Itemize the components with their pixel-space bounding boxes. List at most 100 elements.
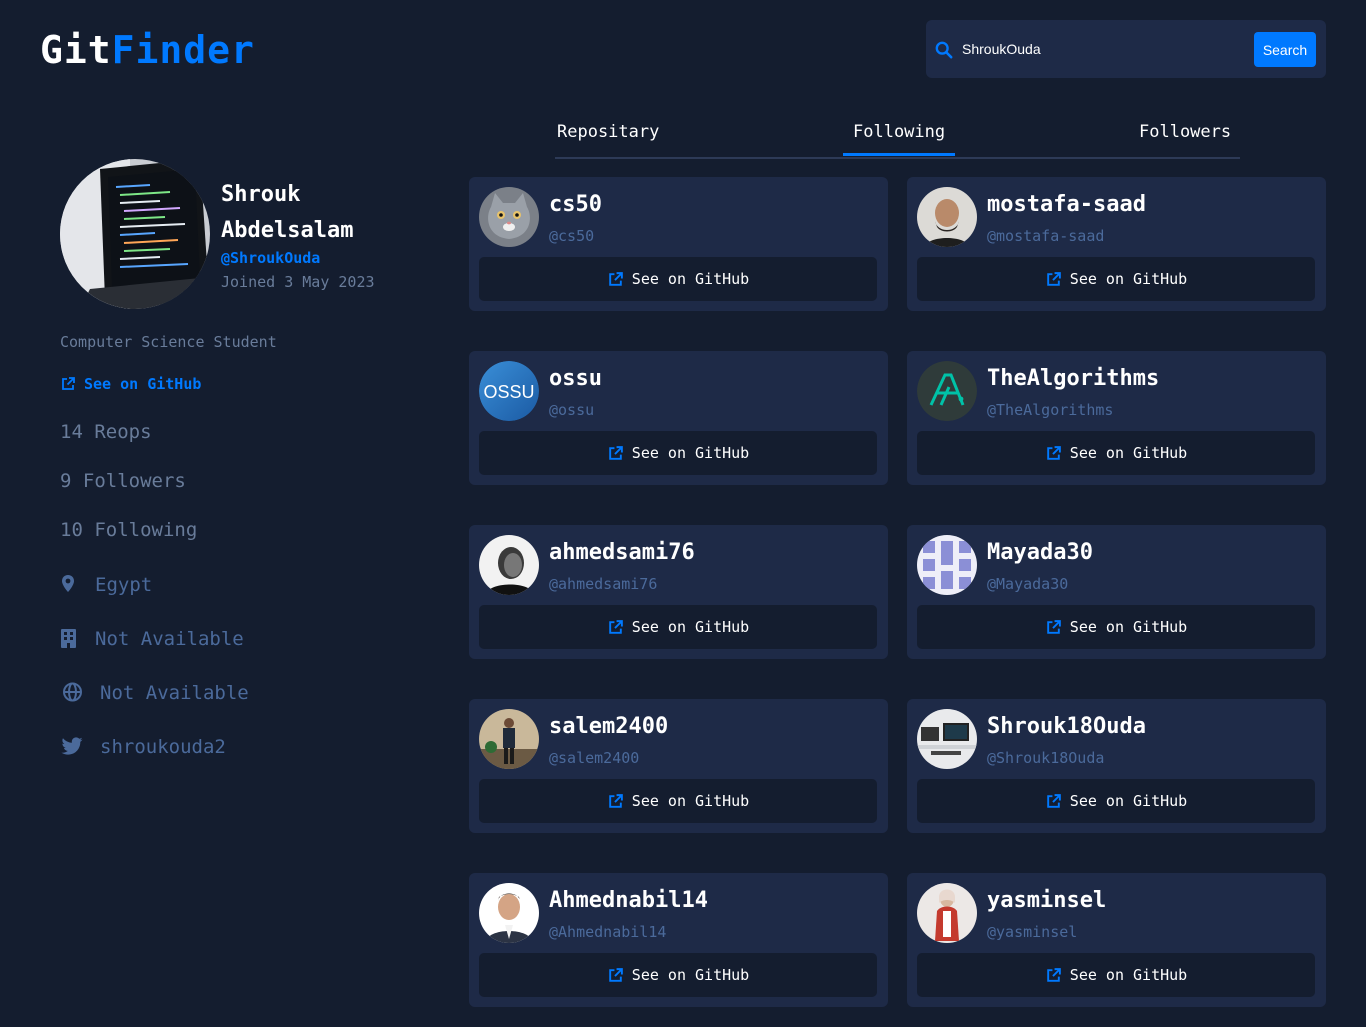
see-on-github-label: See on GitHub: [631, 792, 750, 810]
ossu-logo-image: OSSU: [479, 361, 539, 421]
user-name: TheAlgorithms: [987, 366, 1160, 391]
laptop-code-image: [60, 159, 210, 309]
profile-bio: Computer Science Student: [60, 333, 277, 351]
search-icon: [935, 41, 953, 59]
external-link-icon: [609, 271, 623, 286]
person-avatar-image: [917, 187, 977, 247]
see-on-github-button[interactable]: See on GitHub: [479, 779, 877, 823]
identicon-avatar-image: [917, 535, 977, 595]
location-pin-icon: [62, 575, 74, 592]
user-avatar: [917, 187, 977, 247]
search-bar: Search: [926, 20, 1326, 78]
user-name: salem2400: [549, 714, 669, 739]
user-login: @TheAlgorithms: [987, 401, 1114, 419]
see-on-github-label: See on GitHub: [1069, 618, 1188, 636]
user-avatar: [479, 187, 539, 247]
see-on-github-label: See on GitHub: [631, 618, 750, 636]
user-card: mostafa-saad @mostafa-saad See on GitHub: [907, 177, 1326, 311]
twitter-text[interactable]: shroukouda2: [100, 736, 226, 758]
user-name: cs50: [549, 192, 602, 217]
see-on-github-button[interactable]: See on GitHub: [479, 431, 877, 475]
profile-name: Shrouk Abdelsalam: [221, 182, 354, 243]
see-on-github-button[interactable]: See on GitHub: [917, 605, 1315, 649]
user-card: Shrouk18Ouda @Shrouk18Ouda See on GitHub: [907, 699, 1326, 833]
cat-avatar-image: [479, 187, 539, 247]
user-name: Mayada30: [987, 540, 1093, 565]
see-on-github-button[interactable]: See on GitHub: [917, 431, 1315, 475]
see-on-github-label: See on GitHub: [1069, 444, 1188, 462]
external-link-icon: [609, 619, 623, 634]
external-link-icon: [1047, 271, 1061, 286]
search-input[interactable]: [962, 38, 1172, 60]
user-card: yasminsel @yasminsel See on GitHub: [907, 873, 1326, 1007]
see-on-github-label: See on GitHub: [631, 444, 750, 462]
see-on-github-button[interactable]: See on GitHub: [479, 953, 877, 997]
user-avatar: [917, 709, 977, 769]
user-login: @cs50: [549, 227, 595, 245]
see-on-github-button[interactable]: See on GitHub: [917, 257, 1315, 301]
user-card: Ahmednabil14 @Ahmednabil14 See on GitHub: [469, 873, 888, 1007]
user-login: @Mayada30: [987, 575, 1069, 593]
twitter-icon: [61, 737, 83, 755]
tab-bar: Repositary Following Followers: [555, 118, 1240, 159]
user-login: @Ahmednabil14: [549, 923, 667, 941]
external-link-icon: [609, 793, 623, 808]
user-avatar: OSSU: [479, 361, 539, 421]
see-on-github-button[interactable]: See on GitHub: [479, 257, 877, 301]
external-link-icon: [609, 967, 623, 982]
user-avatar: [479, 883, 539, 943]
user-avatar: [479, 535, 539, 595]
external-link-icon: [62, 377, 75, 390]
company-text: Not Available: [95, 628, 244, 650]
user-name: Shrouk18Ouda: [987, 714, 1146, 739]
user-card: TheAlgorithms @TheAlgorithms See on GitH…: [907, 351, 1326, 485]
user-login: @salem2400: [549, 749, 640, 767]
user-login: @ahmedsami76: [549, 575, 658, 593]
see-on-github-button[interactable]: See on GitHub: [479, 605, 877, 649]
info-website: Not Available: [60, 682, 249, 704]
tab-repositary[interactable]: Repositary: [557, 122, 659, 152]
see-on-github-label: See on GitHub: [1069, 792, 1188, 810]
user-login: @ossu: [549, 401, 595, 419]
user-name: ossu: [549, 366, 602, 391]
user-avatar: [479, 709, 539, 769]
see-on-github-button[interactable]: See on GitHub: [917, 953, 1315, 997]
profile-avatar: [60, 159, 210, 309]
person-avatar-image: [479, 709, 539, 769]
user-name: ahmedsami76: [549, 540, 695, 565]
see-on-github-button[interactable]: See on GitHub: [917, 779, 1315, 823]
desk-setup-avatar-image: [917, 709, 977, 769]
external-link-icon: [609, 445, 623, 460]
location-text: Egypt: [95, 574, 153, 596]
profile-login[interactable]: @ShroukOuda: [221, 249, 320, 267]
user-card: cs50 @cs50 See on GitHub: [469, 177, 888, 311]
info-company: Not Available: [60, 628, 244, 650]
user-avatar: [917, 535, 977, 595]
user-name: yasminsel: [987, 888, 1107, 913]
stat-following: 10 Following: [60, 519, 198, 541]
tab-followers[interactable]: Followers: [1139, 122, 1231, 152]
app-logo: GitFinder: [40, 28, 255, 72]
profile-github-label: See on GitHub: [84, 375, 202, 393]
user-login: @mostafa-saad: [987, 227, 1105, 245]
user-login: @Shrouk18Ouda: [987, 749, 1105, 767]
logo-part-finder: Finder: [111, 28, 255, 72]
website-text[interactable]: Not Available: [100, 682, 249, 704]
profile-github-link[interactable]: See on GitHub: [60, 375, 201, 393]
person-avatar-image: [917, 883, 977, 943]
logo-part-git: Git: [40, 28, 112, 72]
see-on-github-label: See on GitHub: [631, 270, 750, 288]
building-icon: [61, 629, 76, 648]
tab-following[interactable]: Following: [842, 122, 956, 156]
stat-followers: 9 Followers: [60, 470, 186, 492]
user-avatar: [917, 883, 977, 943]
person-avatar-image: [479, 535, 539, 595]
person-avatar-image: [479, 883, 539, 943]
see-on-github-label: See on GitHub: [1069, 966, 1188, 984]
user-card: salem2400 @salem2400 See on GitHub: [469, 699, 888, 833]
thealgorithms-logo-image: [917, 361, 977, 421]
external-link-icon: [1047, 967, 1061, 982]
user-card: Mayada30 @Mayada30 See on GitHub: [907, 525, 1326, 659]
search-button[interactable]: Search: [1254, 32, 1316, 67]
user-avatar: [917, 361, 977, 421]
